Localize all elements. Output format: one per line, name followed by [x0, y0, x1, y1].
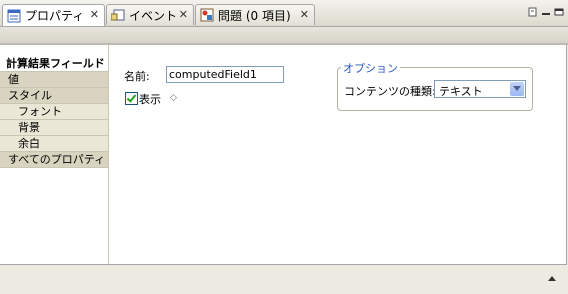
chevron-up-icon[interactable]	[548, 276, 556, 281]
maximize-icon[interactable]	[554, 7, 564, 20]
view-tab-bar: プロパティ ✕ イベント ✕ 問題 (0 項目) ✕	[0, 0, 568, 27]
tab-events-label: イベント	[129, 8, 178, 23]
property-category-nav: 計算結果フィールド 値 スタイル フォント 背景 余白 すべてのプロパティ	[0, 55, 108, 168]
toolbar-strip	[0, 27, 568, 43]
nav-item-style[interactable]: スタイル	[0, 88, 108, 104]
content-type-select[interactable]: テキスト	[434, 80, 526, 98]
content-type-value: テキスト	[439, 85, 483, 98]
visible-label: 表示	[139, 93, 161, 106]
nav-item-value[interactable]: 値	[0, 72, 108, 88]
tab-properties-label: プロパティ	[25, 9, 85, 23]
tab-problems-label: 問題 (0 項目)	[218, 8, 291, 23]
diamond-icon: ◇	[170, 93, 177, 103]
close-icon[interactable]: ✕	[300, 8, 309, 21]
events-icon	[110, 8, 125, 22]
nav-item-all-properties[interactable]: すべてのプロパティ	[0, 152, 108, 168]
nav-item-padding[interactable]: 余白	[0, 136, 108, 152]
view-window-controls	[528, 7, 564, 20]
close-icon[interactable]: ✕	[90, 8, 99, 21]
properties-icon	[7, 9, 21, 23]
options-legend: オプション	[341, 60, 400, 76]
problems-icon	[200, 8, 214, 22]
nav-item-background[interactable]: 背景	[0, 120, 108, 136]
nav-item-font[interactable]: フォント	[0, 104, 108, 120]
tab-problems[interactable]: 問題 (0 項目) ✕	[195, 4, 315, 25]
visible-checkbox[interactable]	[125, 92, 138, 105]
minimize-icon[interactable]	[541, 7, 551, 20]
tab-events[interactable]: イベント ✕	[106, 4, 194, 25]
content-type-label: コンテンツの種類:	[344, 85, 436, 98]
view-menu-icon[interactable]	[528, 7, 538, 20]
status-bar	[0, 266, 568, 294]
chevron-down-icon[interactable]	[510, 82, 524, 96]
nav-title: 計算結果フィールド	[0, 55, 108, 72]
properties-content: 計算結果フィールド 値 スタイル フォント 背景 余白 すべてのプロパティ 名前…	[0, 45, 567, 265]
close-icon[interactable]: ✕	[179, 8, 188, 21]
tab-properties[interactable]: プロパティ ✕	[2, 4, 105, 26]
nav-divider	[108, 45, 109, 264]
name-input[interactable]	[166, 66, 284, 83]
name-label: 名前:	[124, 70, 150, 83]
